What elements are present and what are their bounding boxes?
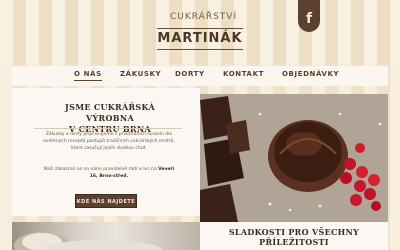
promo-title-line1: SLADKOSTI PRO VŠECHNY bbox=[228, 227, 360, 237]
intro-title: JSME CUKRÁŘSKÁ VÝROBNA V CENTRU BRNA bbox=[46, 102, 174, 135]
nav-item-dorty[interactable]: DORTY bbox=[175, 70, 205, 78]
promo-panel: SLADKOSTI PRO VŠECHNY PŘÍLEŽITOSTI bbox=[200, 222, 388, 250]
cake-photo-illustration bbox=[14, 232, 162, 250]
divider bbox=[34, 128, 182, 129]
dessert-photo bbox=[200, 94, 388, 222]
main-nav: O NÁS ZÁKUSKY DORTY KONTAKT OBJEDNÁVKY bbox=[12, 66, 388, 86]
promo-title: SLADKOSTI PRO VŠECHNY PŘÍLEŽITOSTI bbox=[220, 227, 368, 247]
cake-photo bbox=[12, 222, 200, 250]
logo-tagline: CUKRÁŘSTVÍ bbox=[170, 12, 238, 22]
nav-item-o-nas[interactable]: O NÁS bbox=[74, 70, 102, 81]
nav-item-kontakt[interactable]: KONTAKT bbox=[223, 70, 264, 78]
intro-panel: JSME CUKRÁŘSKÁ VÝROBNA V CENTRU BRNA Zák… bbox=[12, 88, 200, 216]
dessert-photo-illustration bbox=[200, 94, 388, 222]
promo-title-line2: PŘÍLEŽITOSTI bbox=[259, 237, 329, 247]
facebook-icon[interactable]: f bbox=[298, 0, 320, 32]
nav-item-objednavky[interactable]: OBJEDNÁVKY bbox=[282, 70, 339, 78]
intro-paragraph: Zákusky a dorty připravujeme z prvotřídn… bbox=[43, 132, 175, 151]
find-us-button[interactable]: KDE NÁS NAJDETE bbox=[75, 194, 137, 208]
nav-item-zakusky[interactable]: ZÁKUSKY bbox=[120, 70, 161, 78]
site-logo[interactable]: MARTINÁK bbox=[157, 28, 243, 50]
address-paragraph: Naši zákazníci se na námi pravidelně rád… bbox=[40, 167, 178, 181]
site-header: CUKRÁŘSTVÍ MARTINÁK f bbox=[0, 0, 400, 64]
address-prefix: Naši zákazníci se na námi pravidelně rád… bbox=[43, 167, 157, 172]
intro-title-line1: JSME CUKRÁŘSKÁ VÝROBNA bbox=[65, 102, 155, 123]
